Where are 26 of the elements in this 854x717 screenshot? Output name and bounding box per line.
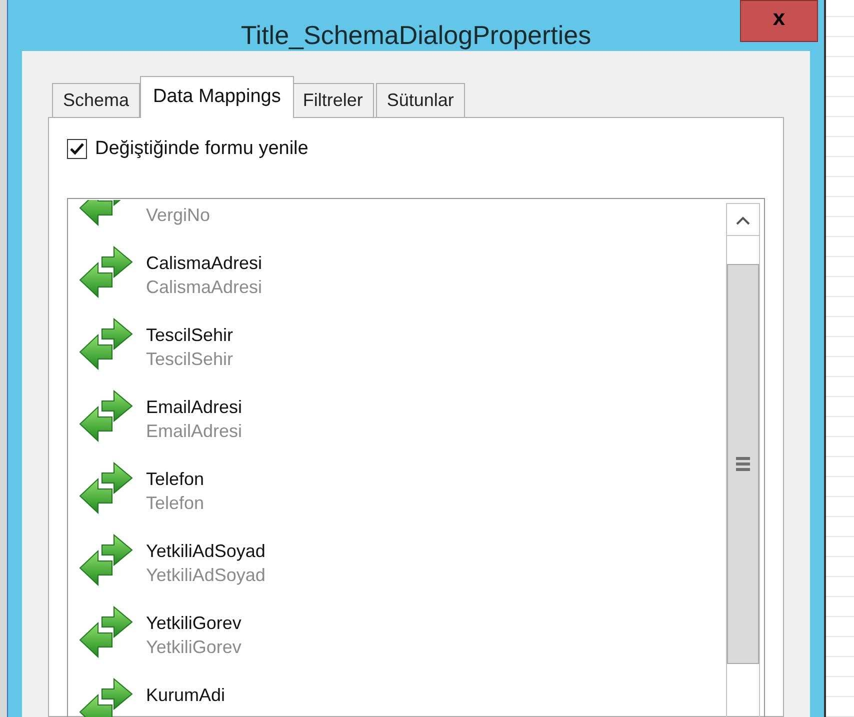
source-name: CalismaAdresi	[146, 276, 262, 299]
tab[interactable]: Sütunlar	[376, 83, 465, 117]
grip-icon	[736, 456, 750, 472]
source-name: VergiNo	[146, 204, 210, 227]
field-name: CalismaAdresi	[146, 252, 262, 275]
scrollbar[interactable]	[726, 203, 760, 717]
tab[interactable]: Filtreler	[292, 83, 374, 117]
scroll-thumb[interactable]	[727, 264, 759, 664]
close-button[interactable]: x	[740, 0, 818, 42]
checkbox-label: Değiştiğinde formu yenile	[95, 136, 308, 161]
checkbox[interactable]	[67, 139, 87, 159]
field-name: TescilSehir	[146, 324, 234, 347]
tab[interactable]: Data Mappings	[140, 76, 294, 118]
source-name: YetkiliAdSoyad	[146, 564, 266, 587]
field-name: EmailAdresi	[146, 396, 242, 419]
window-title: Title_SchemaDialogProperties	[240, 19, 592, 52]
source-name: Telefon	[146, 492, 204, 515]
field-name: Telefon	[146, 468, 204, 491]
field-name: KurumAdi	[146, 684, 226, 707]
source-name: YetkiliGorev	[146, 636, 242, 659]
field-name: YetkiliAdSoyad	[146, 540, 266, 563]
field-name: YetkiliGorev	[146, 612, 242, 635]
tab[interactable]: Schema	[52, 83, 140, 117]
source-name: TescilSehir	[146, 348, 234, 371]
source-name: EmailAdresi	[146, 420, 242, 443]
chevron-up-icon	[735, 214, 751, 224]
